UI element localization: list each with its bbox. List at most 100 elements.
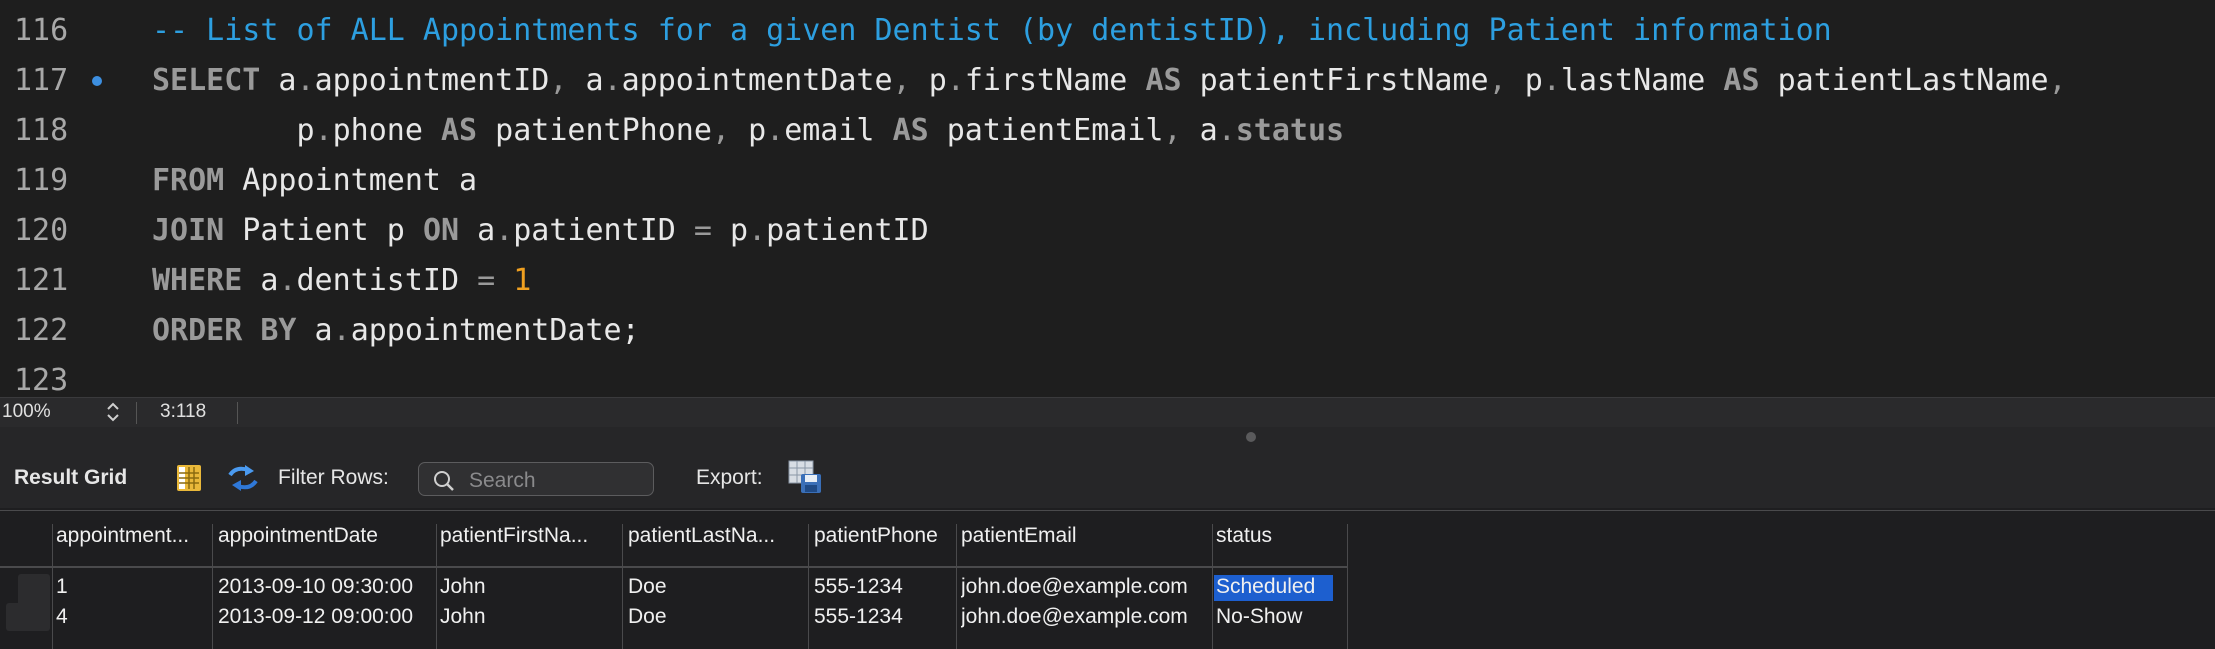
code-token: appointmentDate; — [350, 313, 640, 348]
code-text: FROM Appointment a — [152, 156, 477, 206]
code-text: WHERE a.dentistID = 1 — [152, 256, 531, 306]
grid-divider — [0, 510, 2215, 511]
execution-marker-icon[interactable] — [92, 76, 102, 86]
search-icon — [434, 471, 454, 491]
code-token: , — [711, 113, 749, 148]
code-token: a — [585, 63, 604, 98]
column-header-appointment-id[interactable]: appointment... — [56, 524, 214, 554]
cursor-position: 3:118 — [160, 401, 207, 422]
code-line[interactable]: 122 ORDER BY a.appointmentDate; — [0, 306, 2215, 356]
column-divider[interactable] — [52, 524, 53, 649]
table-cell[interactable]: 4 — [56, 605, 214, 629]
code-token: JOIN — [152, 213, 225, 248]
table-cell[interactable]: Doe — [628, 575, 810, 599]
splitter-grip-icon[interactable] — [1246, 432, 1256, 442]
code-token: . — [1542, 63, 1561, 98]
code-text: ORDER BY a.appointmentDate; — [152, 306, 640, 356]
table-cell[interactable]: 2013-09-12 09:00:00 — [218, 605, 436, 629]
table-cell[interactable]: john.doe@example.com — [961, 575, 1213, 599]
code-text: -- List of ALL Appointments for a given … — [152, 6, 1832, 56]
column-header-patient-phone[interactable]: patientPhone — [814, 524, 958, 554]
export-label: Export: — [696, 466, 763, 489]
code-token: . — [495, 213, 514, 248]
column-header-patient-email[interactable]: patientEmail — [961, 524, 1213, 554]
code-token: email — [784, 113, 893, 148]
code-token: . — [748, 213, 767, 248]
code-token: , — [549, 63, 586, 98]
code-token: . — [314, 113, 333, 148]
line-number: 120 — [14, 213, 69, 248]
column-divider[interactable] — [436, 524, 437, 649]
status-separator — [237, 402, 238, 424]
code-token: , — [2048, 63, 2067, 98]
code-token: phone — [332, 113, 441, 148]
table-cell[interactable]: John — [440, 575, 624, 599]
table-cell[interactable]: No-Show — [1216, 605, 1348, 629]
code-token: , — [892, 63, 929, 98]
code-token: patientFirstName — [1181, 63, 1489, 98]
table-cell[interactable]: Scheduled — [1216, 575, 1348, 599]
line-number: 121 — [14, 263, 69, 298]
column-header-patient-first-name[interactable]: patientFirstNa... — [440, 524, 624, 554]
filter-search-input[interactable]: Search — [418, 462, 654, 496]
code-token: lastName — [1560, 63, 1724, 98]
header-divider — [0, 566, 1347, 568]
status-separator — [136, 402, 137, 424]
code-token: . — [278, 263, 297, 298]
code-token: status — [1235, 113, 1345, 148]
code-token: ON — [422, 213, 460, 248]
sql-editor[interactable]: 116 -- List of ALL Appointments for a giv… — [0, 0, 2215, 397]
refresh-icon[interactable] — [226, 464, 260, 492]
column-header-patient-last-name[interactable]: patientLastNa... — [628, 524, 810, 554]
code-token: patientID — [513, 213, 694, 248]
code-token: AS — [1723, 63, 1760, 98]
code-token: . — [296, 63, 315, 98]
table-cell[interactable]: john.doe@example.com — [961, 605, 1213, 629]
code-text: p.phone AS patientPhone, p.email AS pati… — [152, 106, 1344, 156]
code-token: . — [603, 63, 622, 98]
zoom-level[interactable]: 100% — [2, 401, 51, 423]
code-token: p — [748, 113, 767, 148]
code-token: , — [1488, 63, 1525, 98]
code-line[interactable]: 116 -- List of ALL Appointments for a giv… — [0, 6, 2215, 56]
code-token: AS — [441, 113, 478, 148]
grid-toggle-icon[interactable] — [176, 464, 202, 492]
code-token: = — [693, 213, 712, 248]
code-token: patientPhone — [477, 113, 712, 148]
code-text: SELECT a.appointmentID, a.appointmentDat… — [152, 56, 2067, 106]
row-gutter — [6, 603, 50, 631]
line-number: 118 — [14, 113, 69, 148]
code-token: . — [1217, 113, 1236, 148]
table-cell[interactable]: Doe — [628, 605, 810, 629]
zoom-stepper-icon[interactable] — [104, 400, 122, 424]
code-text: JOIN Patient p ON a.patientID = p.patien… — [152, 206, 929, 256]
column-header-status[interactable]: status — [1216, 524, 1348, 554]
search-placeholder: Search — [469, 469, 536, 492]
code-token: a — [296, 313, 333, 348]
code-token: p — [1524, 63, 1543, 98]
line-number: 117 — [14, 63, 69, 98]
result-grid[interactable]: appointment... appointmentDate patientFirs… — [0, 510, 2215, 649]
code-line[interactable]: 119 FROM Appointment a — [0, 156, 2215, 206]
code-token: WHERE — [152, 263, 243, 298]
code-token: FROM — [152, 163, 225, 198]
code-line[interactable]: 118 p.phone AS patientPhone, p.email AS … — [0, 106, 2215, 156]
column-header-appointment-date[interactable]: appointmentDate — [218, 524, 436, 554]
result-toolbar: Result Grid Filter Rows: Search Export: — [0, 450, 2215, 508]
export-icon[interactable] — [788, 460, 822, 494]
table-cell[interactable]: 555-1234 — [814, 605, 958, 629]
editor-status-bar: 100% 3:118 — [0, 397, 2215, 427]
code-line[interactable]: 121 WHERE a.dentistID = 1 — [0, 256, 2215, 306]
code-line[interactable]: 120 JOIN Patient p ON a.patientID = p.pat… — [0, 206, 2215, 256]
table-cell[interactable]: John — [440, 605, 624, 629]
code-token: patientEmail — [928, 113, 1164, 148]
code-line[interactable]: 123 — [0, 356, 2215, 397]
table-cell[interactable]: 2013-09-10 09:30:00 — [218, 575, 436, 599]
code-line[interactable]: 117 SELECT a.appointmentID, a.appointment… — [0, 56, 2215, 106]
line-number: 116 — [14, 13, 69, 48]
table-cell[interactable]: 555-1234 — [814, 575, 958, 599]
code-token: . — [766, 113, 785, 148]
table-cell[interactable]: 1 — [56, 575, 214, 599]
code-token: 1 — [513, 263, 532, 298]
